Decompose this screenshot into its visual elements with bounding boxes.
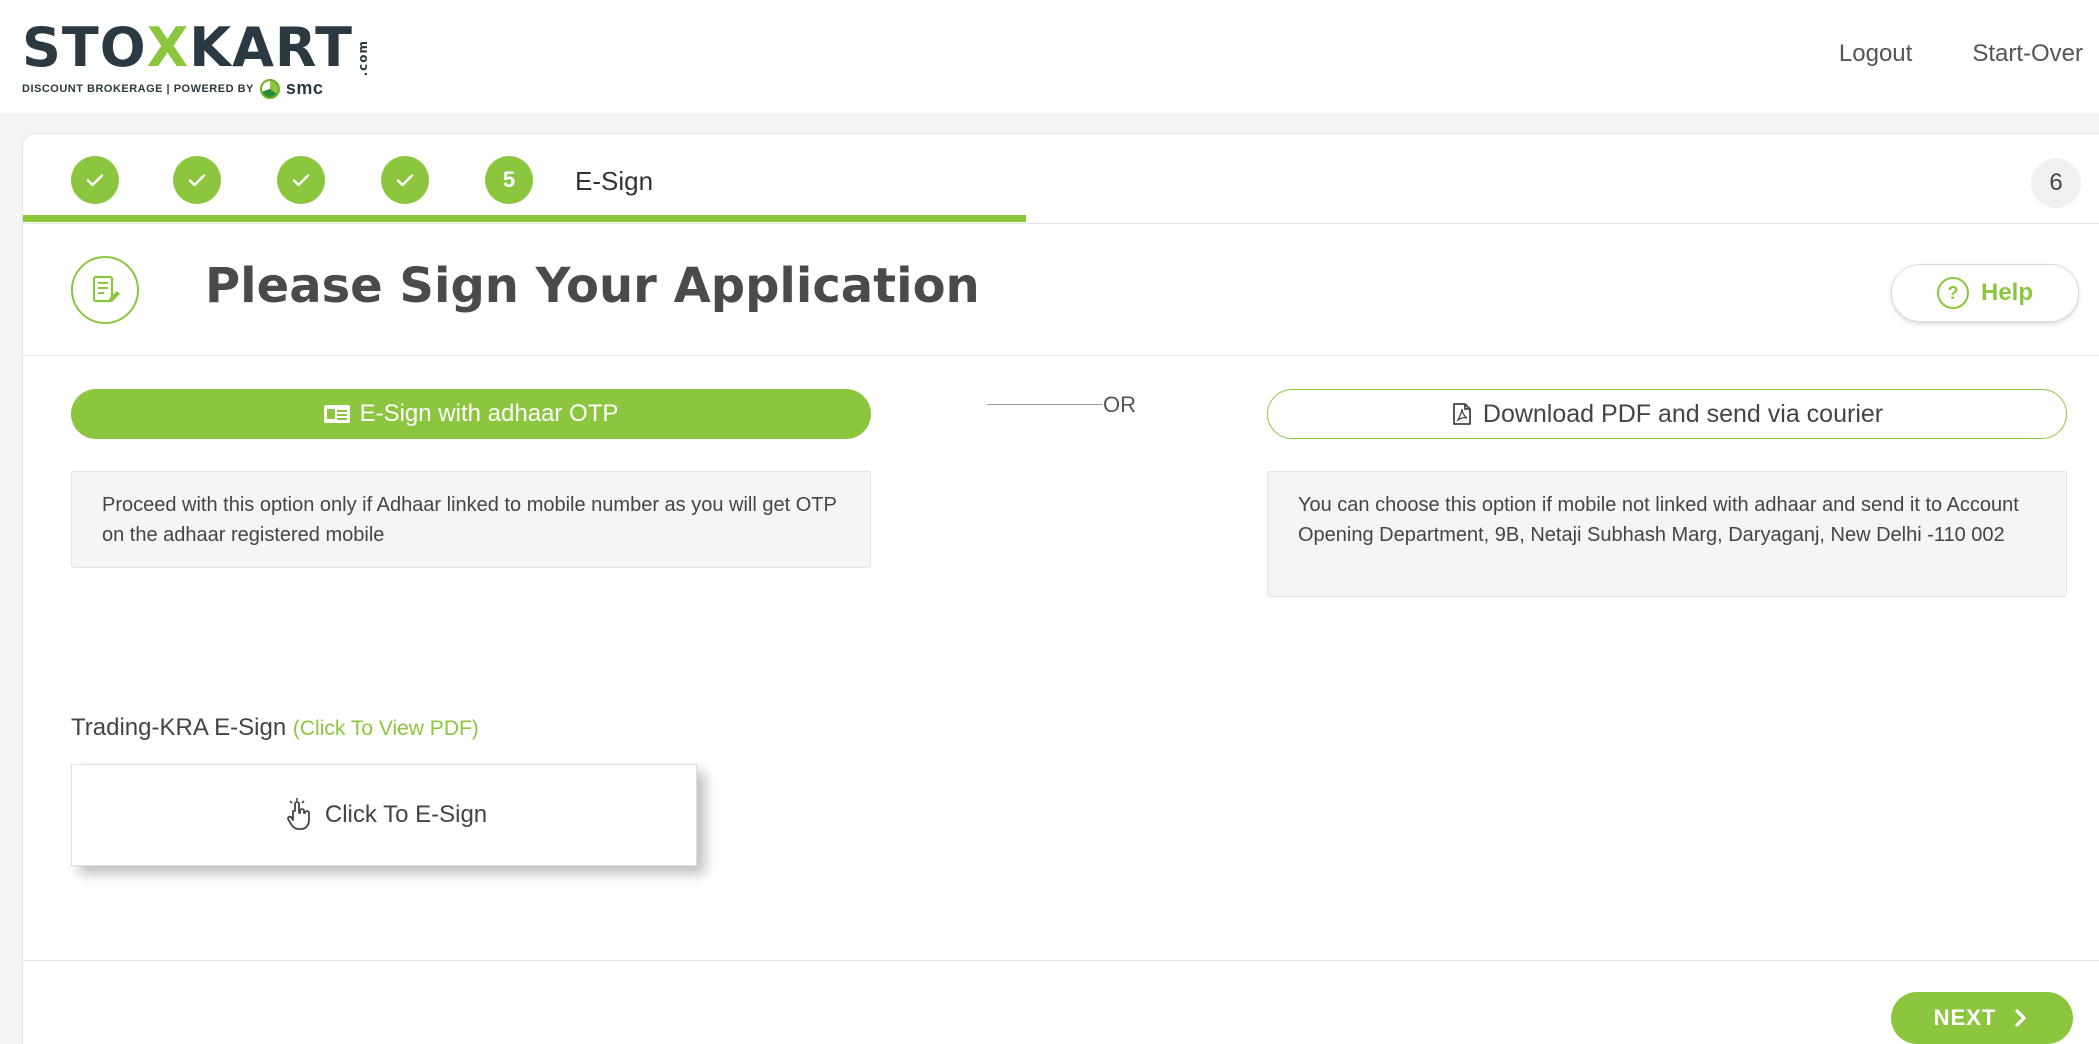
next-label: NEXT xyxy=(1933,1005,1997,1030)
page-title: Please Sign Your Application xyxy=(205,258,980,314)
logout-link[interactable]: Logout xyxy=(1839,40,1912,68)
view-pdf-link[interactable]: (Click To View PDF) xyxy=(293,717,479,740)
next-button[interactable]: NEXT xyxy=(1891,992,2073,1044)
logo-text-x: X xyxy=(146,16,190,79)
step-6-pending: 6 xyxy=(2031,158,2081,208)
trading-kra-esign-label: Trading-KRA E-Sign (Click To View PDF) xyxy=(71,714,479,742)
document-edit-icon xyxy=(71,256,139,324)
logo-tagline-text: DISCOUNT BROKERAGE | POWERED BY xyxy=(22,82,254,95)
current-step-label: E-Sign xyxy=(575,166,654,196)
step-1-complete-icon xyxy=(71,156,119,204)
esign-info-box: Proceed with this option only if Adhaar … xyxy=(71,471,871,568)
kra-label-text: Trading-KRA E-Sign xyxy=(71,714,293,741)
download-pdf-button[interactable]: Download PDF and send via courier xyxy=(1267,389,2067,439)
checkmark-icon xyxy=(396,174,414,187)
step-5-current: 5 xyxy=(485,156,533,204)
step-progress-bar: 5 E-Sign 6 xyxy=(23,134,2099,224)
smc-logo-icon xyxy=(259,78,280,99)
pdf-file-icon xyxy=(1452,403,1471,425)
or-label: OR xyxy=(1103,392,1136,417)
question-icon: ? xyxy=(1936,277,1969,309)
id-card-icon xyxy=(323,405,350,423)
checkmark-icon xyxy=(292,174,310,187)
step-2-complete-icon xyxy=(173,156,221,204)
logo-tld: .com xyxy=(355,39,370,76)
click-to-esign-button[interactable]: Click To E-Sign xyxy=(71,764,697,866)
logo-text-sto: STO xyxy=(22,16,147,79)
logo-wordmark: STO X KART .com xyxy=(22,16,370,79)
download-button-label: Download PDF and send via courier xyxy=(1482,399,1884,428)
step-3-complete-icon xyxy=(277,156,325,204)
download-info-box: You can choose this option if mobile not… xyxy=(1267,471,2067,597)
logo-tagline: DISCOUNT BROKERAGE | POWERED BY smc xyxy=(22,78,369,99)
chevron-right-icon xyxy=(2015,1009,2026,1027)
title-row: Please Sign Your Application ? Help xyxy=(23,224,2099,356)
logo-text-kart: KART xyxy=(189,16,353,79)
step-4-complete-icon xyxy=(381,156,429,204)
esign-button-label: E-Sign with adhaar OTP xyxy=(359,400,619,427)
start-over-link[interactable]: Start-Over xyxy=(1972,40,2083,68)
esign-aadhaar-otp-button[interactable]: E-Sign with adhaar OTP xyxy=(71,389,871,439)
footer-divider xyxy=(23,960,2099,961)
top-header: STO X KART .com DISCOUNT BROKERAGE | POWER… xyxy=(0,0,2099,113)
hand-pointer-icon xyxy=(286,798,310,830)
application-card: 5 E-Sign 6 Please Sign Your Application … xyxy=(22,133,2099,1044)
checkmark-icon xyxy=(86,174,104,187)
progress-fill xyxy=(23,215,1026,222)
esign-action-label: Click To E-Sign xyxy=(324,801,488,828)
help-label: Help xyxy=(1980,279,2033,306)
help-button[interactable]: ? Help xyxy=(1891,264,2079,322)
header-links: Logout Start-Over xyxy=(1839,40,2083,68)
checkmark-icon xyxy=(188,174,206,187)
or-divider-line xyxy=(987,404,1103,405)
smc-logo-text: smc xyxy=(285,78,324,98)
stoxkart-logo[interactable]: STO X KART .com DISCOUNT BROKERAGE | POWER… xyxy=(22,16,370,99)
